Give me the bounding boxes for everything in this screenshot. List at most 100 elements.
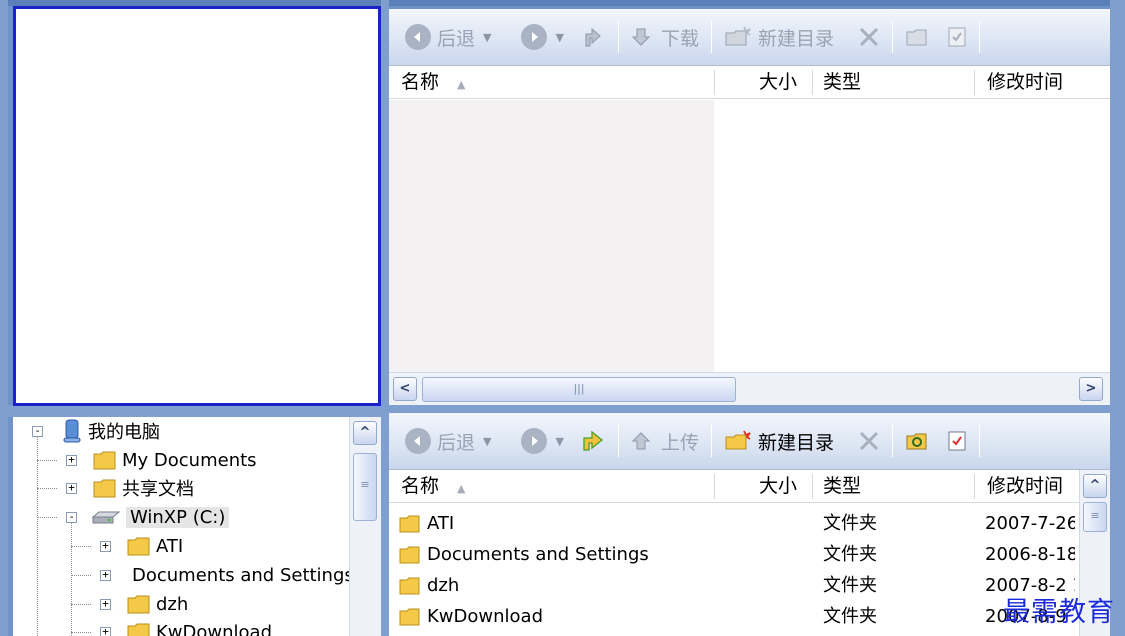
remote-file-list[interactable]: 名称 ▲ 大小 类型 修改时间	[389, 66, 1110, 405]
folder-tree[interactable]: - 我的电脑 + My Documents + 共享文档 - WinXP (C:…	[13, 417, 381, 636]
scroll-thumb[interactable]: |||	[422, 377, 736, 402]
vertical-splitter[interactable]	[381, 0, 389, 636]
local-back-button[interactable]: 后退	[403, 423, 477, 459]
local-delete-button[interactable]	[856, 423, 882, 459]
forward-dropdown-icon[interactable]: ▼	[555, 435, 563, 448]
remote-col-modified[interactable]: 修改时间	[987, 66, 1063, 99]
up-folder-icon	[583, 430, 603, 451]
sort-asc-icon: ▲	[457, 482, 466, 495]
forward-arrow-icon	[521, 428, 548, 454]
local-col-name[interactable]: 名称 ▲	[401, 470, 465, 503]
back-dropdown-icon[interactable]: ▼	[483, 31, 491, 44]
folder-icon	[127, 595, 150, 613]
collapse-icon[interactable]: -	[32, 425, 43, 437]
remote-horizontal-scrollbar[interactable]: < ||| >	[389, 372, 1110, 405]
remote-back-label: 后退	[437, 27, 476, 50]
file-name: Documents and Settings	[427, 544, 649, 565]
up-folder-icon	[585, 27, 601, 47]
tree-guide-line	[37, 460, 57, 461]
download-button[interactable]: 下载	[629, 19, 701, 55]
local-forward-button[interactable]	[519, 423, 549, 459]
tree-label: ATI	[156, 535, 184, 557]
tree-node-my-documents[interactable]: My Documents	[93, 446, 257, 474]
col-size-label: 大小	[759, 475, 798, 497]
local-col-type[interactable]: 类型	[823, 470, 861, 503]
expand-icon[interactable]: +	[100, 598, 111, 610]
col-separator[interactable]	[714, 70, 715, 95]
expand-icon[interactable]: +	[100, 569, 111, 581]
file-modified: 2007-7-26	[985, 513, 1075, 534]
col-name-label: 名称	[401, 71, 440, 93]
tree-vertical-scrollbar[interactable]: ^ ≡	[349, 417, 381, 636]
col-separator[interactable]	[812, 70, 813, 95]
scroll-up-button[interactable]: ^	[353, 421, 377, 445]
preview-pane[interactable]	[13, 6, 381, 406]
refresh-folder-icon	[906, 433, 927, 450]
folder-icon	[127, 537, 150, 555]
collapse-icon[interactable]: -	[66, 511, 77, 523]
back-dropdown-icon[interactable]: ▼	[483, 435, 491, 448]
scroll-up-button[interactable]: ^	[1083, 474, 1107, 498]
remote-toolbar: 后退 ▼ ▼ 下载 新建目录	[389, 9, 1110, 66]
tree-node-child[interactable]: KwDownload	[127, 618, 272, 636]
expand-icon[interactable]: +	[100, 540, 111, 552]
table-row[interactable]: dzh 文件夹 2007-8-2 1	[389, 570, 1079, 601]
upload-button[interactable]: 上传	[629, 423, 701, 459]
file-type: 文件夹	[823, 575, 877, 596]
scroll-thumb[interactable]: ≡	[1083, 502, 1107, 532]
local-file-list[interactable]: 名称 ▲ 大小 类型 修改时间 ATI 文件夹 2007-7-26 Documen…	[389, 470, 1110, 636]
file-name: dzh	[427, 575, 460, 596]
local-col-modified[interactable]: 修改时间	[987, 470, 1063, 503]
table-row[interactable]: Documents and Settings 文件夹 2006-8-18	[389, 539, 1079, 570]
remote-list-header: 名称 ▲ 大小 类型 修改时间	[389, 66, 1110, 99]
scroll-thumb[interactable]: ≡	[353, 453, 377, 521]
remote-forward-button[interactable]	[519, 19, 549, 55]
table-row[interactable]: KwDownload 文件夹 2007-8-9	[389, 601, 1079, 632]
col-separator[interactable]	[714, 474, 715, 499]
tree-node-drive-c[interactable]: WinXP (C:)	[91, 503, 230, 531]
remote-delete-button[interactable]	[856, 19, 882, 55]
table-row[interactable]: ATI 文件夹 2007-7-26	[389, 508, 1079, 539]
folder-icon	[93, 451, 116, 469]
toolbar-separator	[617, 425, 619, 457]
local-up-button[interactable]	[578, 423, 608, 459]
remote-up-button[interactable]	[578, 19, 608, 55]
local-refresh-button[interactable]	[903, 423, 931, 459]
tree-node-shared-docs[interactable]: 共享文档	[93, 474, 194, 502]
col-separator[interactable]	[974, 70, 975, 95]
tree-guide-line	[71, 604, 91, 605]
file-modified: 2006-8-18	[985, 544, 1075, 565]
remote-refresh-button[interactable]	[903, 19, 931, 55]
local-new-dir-button[interactable]: 新建目录	[722, 423, 836, 459]
tree-node-child[interactable]: Documents and Settings	[127, 561, 349, 589]
expand-icon[interactable]: +	[66, 454, 77, 466]
tree-label: WinXP (C:)	[126, 506, 230, 528]
file-name: ATI	[427, 513, 455, 534]
tree-node-child[interactable]: dzh	[127, 590, 188, 618]
remote-select-button[interactable]	[945, 19, 969, 55]
forward-dropdown-icon[interactable]: ▼	[555, 31, 563, 44]
tree-guide-line	[37, 437, 38, 636]
tree-node-child[interactable]: ATI	[127, 532, 183, 560]
col-separator[interactable]	[812, 474, 813, 499]
local-list-header: 名称 ▲ 大小 类型 修改时间	[389, 470, 1110, 503]
remote-col-type[interactable]: 类型	[823, 66, 861, 99]
expand-icon[interactable]: +	[66, 482, 77, 494]
sort-asc-icon: ▲	[457, 78, 466, 91]
expand-icon[interactable]: +	[100, 626, 111, 636]
toolbar-separator	[891, 21, 893, 53]
remote-col-size[interactable]: 大小	[759, 66, 797, 99]
col-type-label: 类型	[823, 475, 862, 497]
local-col-size[interactable]: 大小	[759, 470, 797, 503]
remote-new-dir-button[interactable]: 新建目录	[722, 19, 836, 55]
local-toolbar: 后退 ▼ ▼ 上传 新建目录	[389, 413, 1110, 470]
tree-node-my-computer[interactable]: 我的电脑	[61, 417, 160, 445]
tree-label: Documents and Settings	[132, 564, 349, 586]
scroll-right-button[interactable]: >	[1079, 377, 1103, 401]
scroll-left-button[interactable]: <	[393, 377, 417, 401]
forward-arrow-icon	[521, 24, 548, 50]
remote-col-name[interactable]: 名称 ▲	[401, 66, 465, 99]
local-select-button[interactable]	[945, 423, 969, 459]
remote-back-button[interactable]: 后退	[403, 19, 477, 55]
col-separator[interactable]	[974, 474, 975, 499]
